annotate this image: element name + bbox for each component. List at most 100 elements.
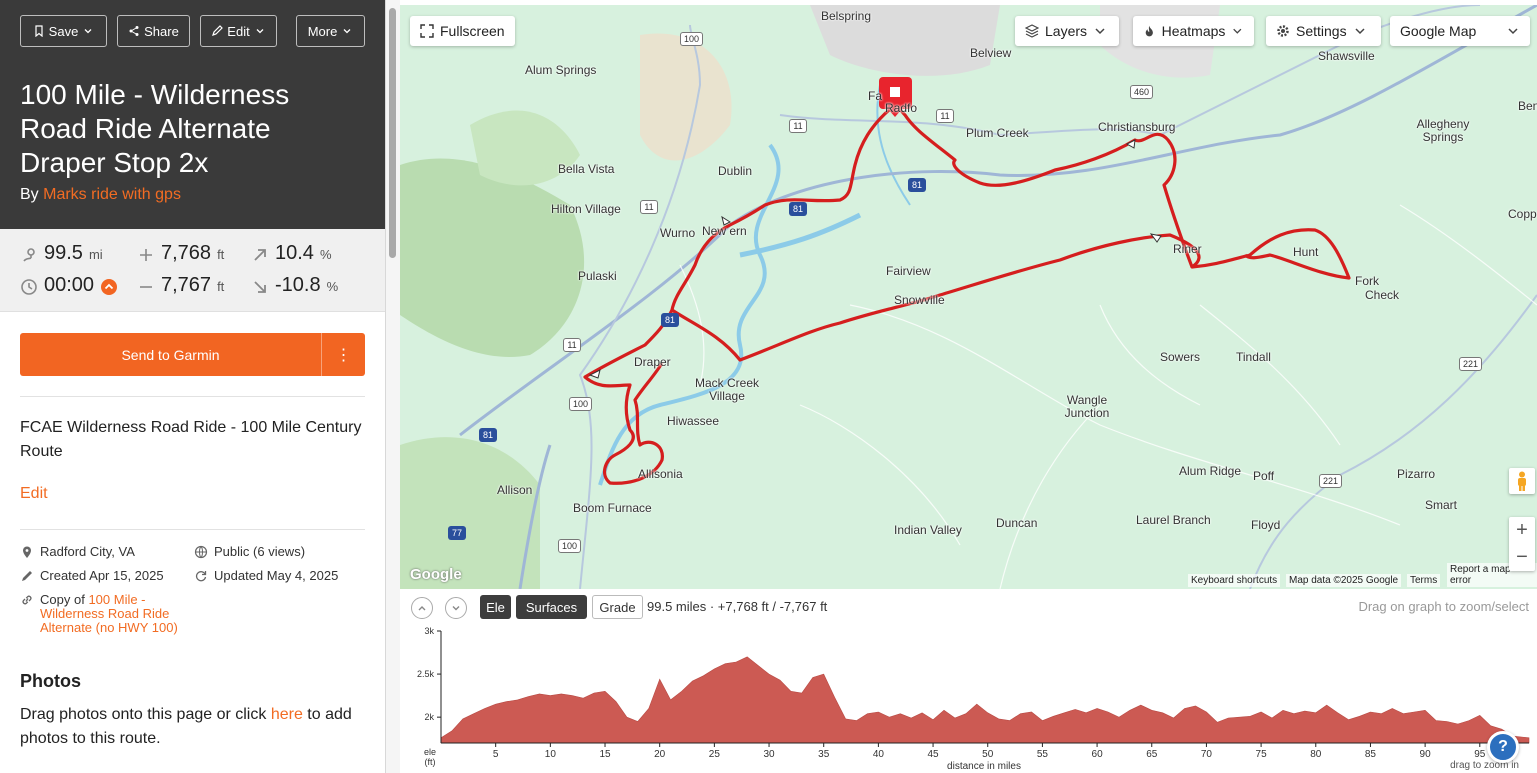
route-page: Save Share Edit More 100 Mile - Wilderne… <box>0 0 1537 773</box>
chevron-down-icon <box>1233 28 1242 34</box>
place-label: Pulaski <box>578 269 617 283</box>
add-photos-link[interactable]: here <box>271 706 303 723</box>
place-label: Fork <box>1355 274 1379 288</box>
map-type-label: Google Map <box>1400 23 1477 39</box>
send-options-button[interactable]: ⋮ <box>321 333 365 376</box>
place-label: Riner <box>1173 242 1202 256</box>
help-button[interactable]: ? <box>1487 731 1519 763</box>
x-tick-label: 25 <box>709 749 721 760</box>
road-shield: 11 <box>640 200 658 214</box>
meta-visibility: Public (6 views) <box>194 545 305 559</box>
x-tick-label: 70 <box>1201 749 1213 760</box>
settings-dropdown[interactable]: Settings <box>1266 16 1381 46</box>
stat-elevation-gain: 7,768 ft <box>137 242 224 268</box>
more-button-label: More <box>307 23 338 39</box>
map-type-select[interactable]: Google Map <box>1390 16 1530 46</box>
zoom-out-button[interactable]: − <box>1509 544 1535 571</box>
share-icon <box>129 26 139 36</box>
road-shield: 81 <box>789 202 807 216</box>
place-label: Pizarro <box>1397 467 1436 481</box>
y-tick-label: 2.5k <box>417 669 435 679</box>
place-label: Alum Springs <box>525 63 597 77</box>
x-tick-label: 55 <box>1037 749 1049 760</box>
save-button[interactable]: Save <box>20 15 107 47</box>
place-label: Hiwassee <box>667 414 720 428</box>
chevron-down-icon <box>84 29 92 34</box>
heatmaps-dropdown[interactable]: Heatmaps <box>1133 16 1254 46</box>
distance-unit: mi <box>88 247 103 262</box>
place-label: Hunt <box>1293 245 1319 259</box>
send-to-garmin-button[interactable]: Send to Garmin <box>20 333 321 376</box>
x-tick-label: 20 <box>654 749 666 760</box>
layers-dropdown[interactable]: Layers <box>1015 16 1119 46</box>
road-shield: 460 <box>1130 85 1154 99</box>
route-map[interactable]: Belspring Belview Alum Springs Fa Radfo Plum … <box>400 5 1537 589</box>
fullscreen-button[interactable]: Fullscreen <box>410 16 515 46</box>
route-sidebar: Save Share Edit More 100 Mile - Wilderne… <box>0 0 386 773</box>
elevation-panel: Ele Surfaces Grade 99.5 miles · +7,768 f… <box>400 589 1537 773</box>
fullscreen-label: Fullscreen <box>440 23 505 39</box>
photos-heading: Photos <box>20 671 81 691</box>
place-label: Duncan <box>996 516 1038 530</box>
stat-distance: 99.5 mi <box>20 242 103 268</box>
road-shield: 221 <box>1459 357 1483 371</box>
route-header: Save Share Edit More 100 Mile - Wilderne… <box>0 0 385 229</box>
zoom-in-button[interactable]: + <box>1509 517 1535 544</box>
terms-link[interactable]: Terms <box>1407 574 1441 587</box>
max-grade-value: 10.4 <box>275 242 314 264</box>
edit-menu-button[interactable]: Edit <box>200 15 277 47</box>
place-label: Hilton Village <box>551 202 621 216</box>
more-button[interactable]: More <box>296 15 365 47</box>
place-label: Draper <box>634 355 671 369</box>
river <box>598 143 781 486</box>
place-label: Alum Ridge <box>1179 464 1242 478</box>
meta-copy-of: Copy of 100 Mile - Wilderness Road Ride … <box>20 593 195 635</box>
place-label: Fairview <box>886 264 931 278</box>
elevation-chart[interactable]: 3k 2.5k 2k 5 10 15 20 25 30 35 40 45 50 55 60 65 70 75 80 8… <box>400 589 1537 773</box>
road-shield: 100 <box>569 397 593 411</box>
globe-icon <box>194 545 208 559</box>
author-link[interactable]: Marks ride with gps <box>43 186 181 203</box>
place-label: Belview <box>970 46 1012 60</box>
elevation-gain-value: 7,768 <box>161 242 212 264</box>
chevron-up-circle-icon[interactable] <box>100 278 118 296</box>
clock-icon <box>21 279 37 295</box>
keyboard-shortcuts-link[interactable]: Keyboard shortcuts <box>1188 574 1281 587</box>
chevron-down-icon <box>1508 28 1518 35</box>
min-grade-unit: % <box>326 279 339 294</box>
edit-description-link[interactable]: Edit <box>20 485 48 503</box>
share-button-label: Share <box>144 23 179 39</box>
x-tick-label: 80 <box>1310 749 1322 760</box>
scrollbar-thumb[interactable] <box>389 8 396 258</box>
pencil-icon <box>22 571 32 581</box>
pencil-icon <box>212 25 224 36</box>
location-text: Radford City, VA <box>40 544 135 559</box>
place-label: Allison <box>497 483 533 497</box>
y-axis-unit-label: (ft) <box>425 757 436 767</box>
chevron-down-icon <box>256 29 264 34</box>
road-shield: 11 <box>789 119 807 133</box>
chevron-down-icon <box>343 29 351 34</box>
share-button[interactable]: Share <box>117 15 190 47</box>
road-shield: 81 <box>908 178 926 192</box>
chevron-down-icon <box>1355 28 1365 35</box>
x-axis-label: distance in miles <box>947 761 1021 772</box>
place-label: Smart <box>1425 498 1458 512</box>
pegman-icon <box>1518 471 1526 491</box>
x-tick-label: 10 <box>545 749 557 760</box>
street-view-pegman[interactable] <box>1509 468 1535 494</box>
y-tick-label: 3k <box>424 626 434 636</box>
place-label: Fa <box>868 89 883 103</box>
y-tick-label: 2k <box>424 712 434 722</box>
stat-elevation-loss: 7,767 ft <box>137 274 224 300</box>
elevation-loss-value: 7,767 <box>161 274 212 296</box>
route-distance-icon <box>23 248 35 262</box>
x-tick-label: 15 <box>599 749 611 760</box>
meta-location: Radford City, VA <box>20 545 135 559</box>
x-tick-label: 50 <box>982 749 994 760</box>
elevation-gain-unit: ft <box>217 247 225 262</box>
chevron-down-icon <box>1095 28 1105 35</box>
stat-max-grade: 10.4 % <box>251 242 332 268</box>
sidebar-scrollbar[interactable] <box>386 0 400 773</box>
author-prefix: By <box>20 186 39 203</box>
